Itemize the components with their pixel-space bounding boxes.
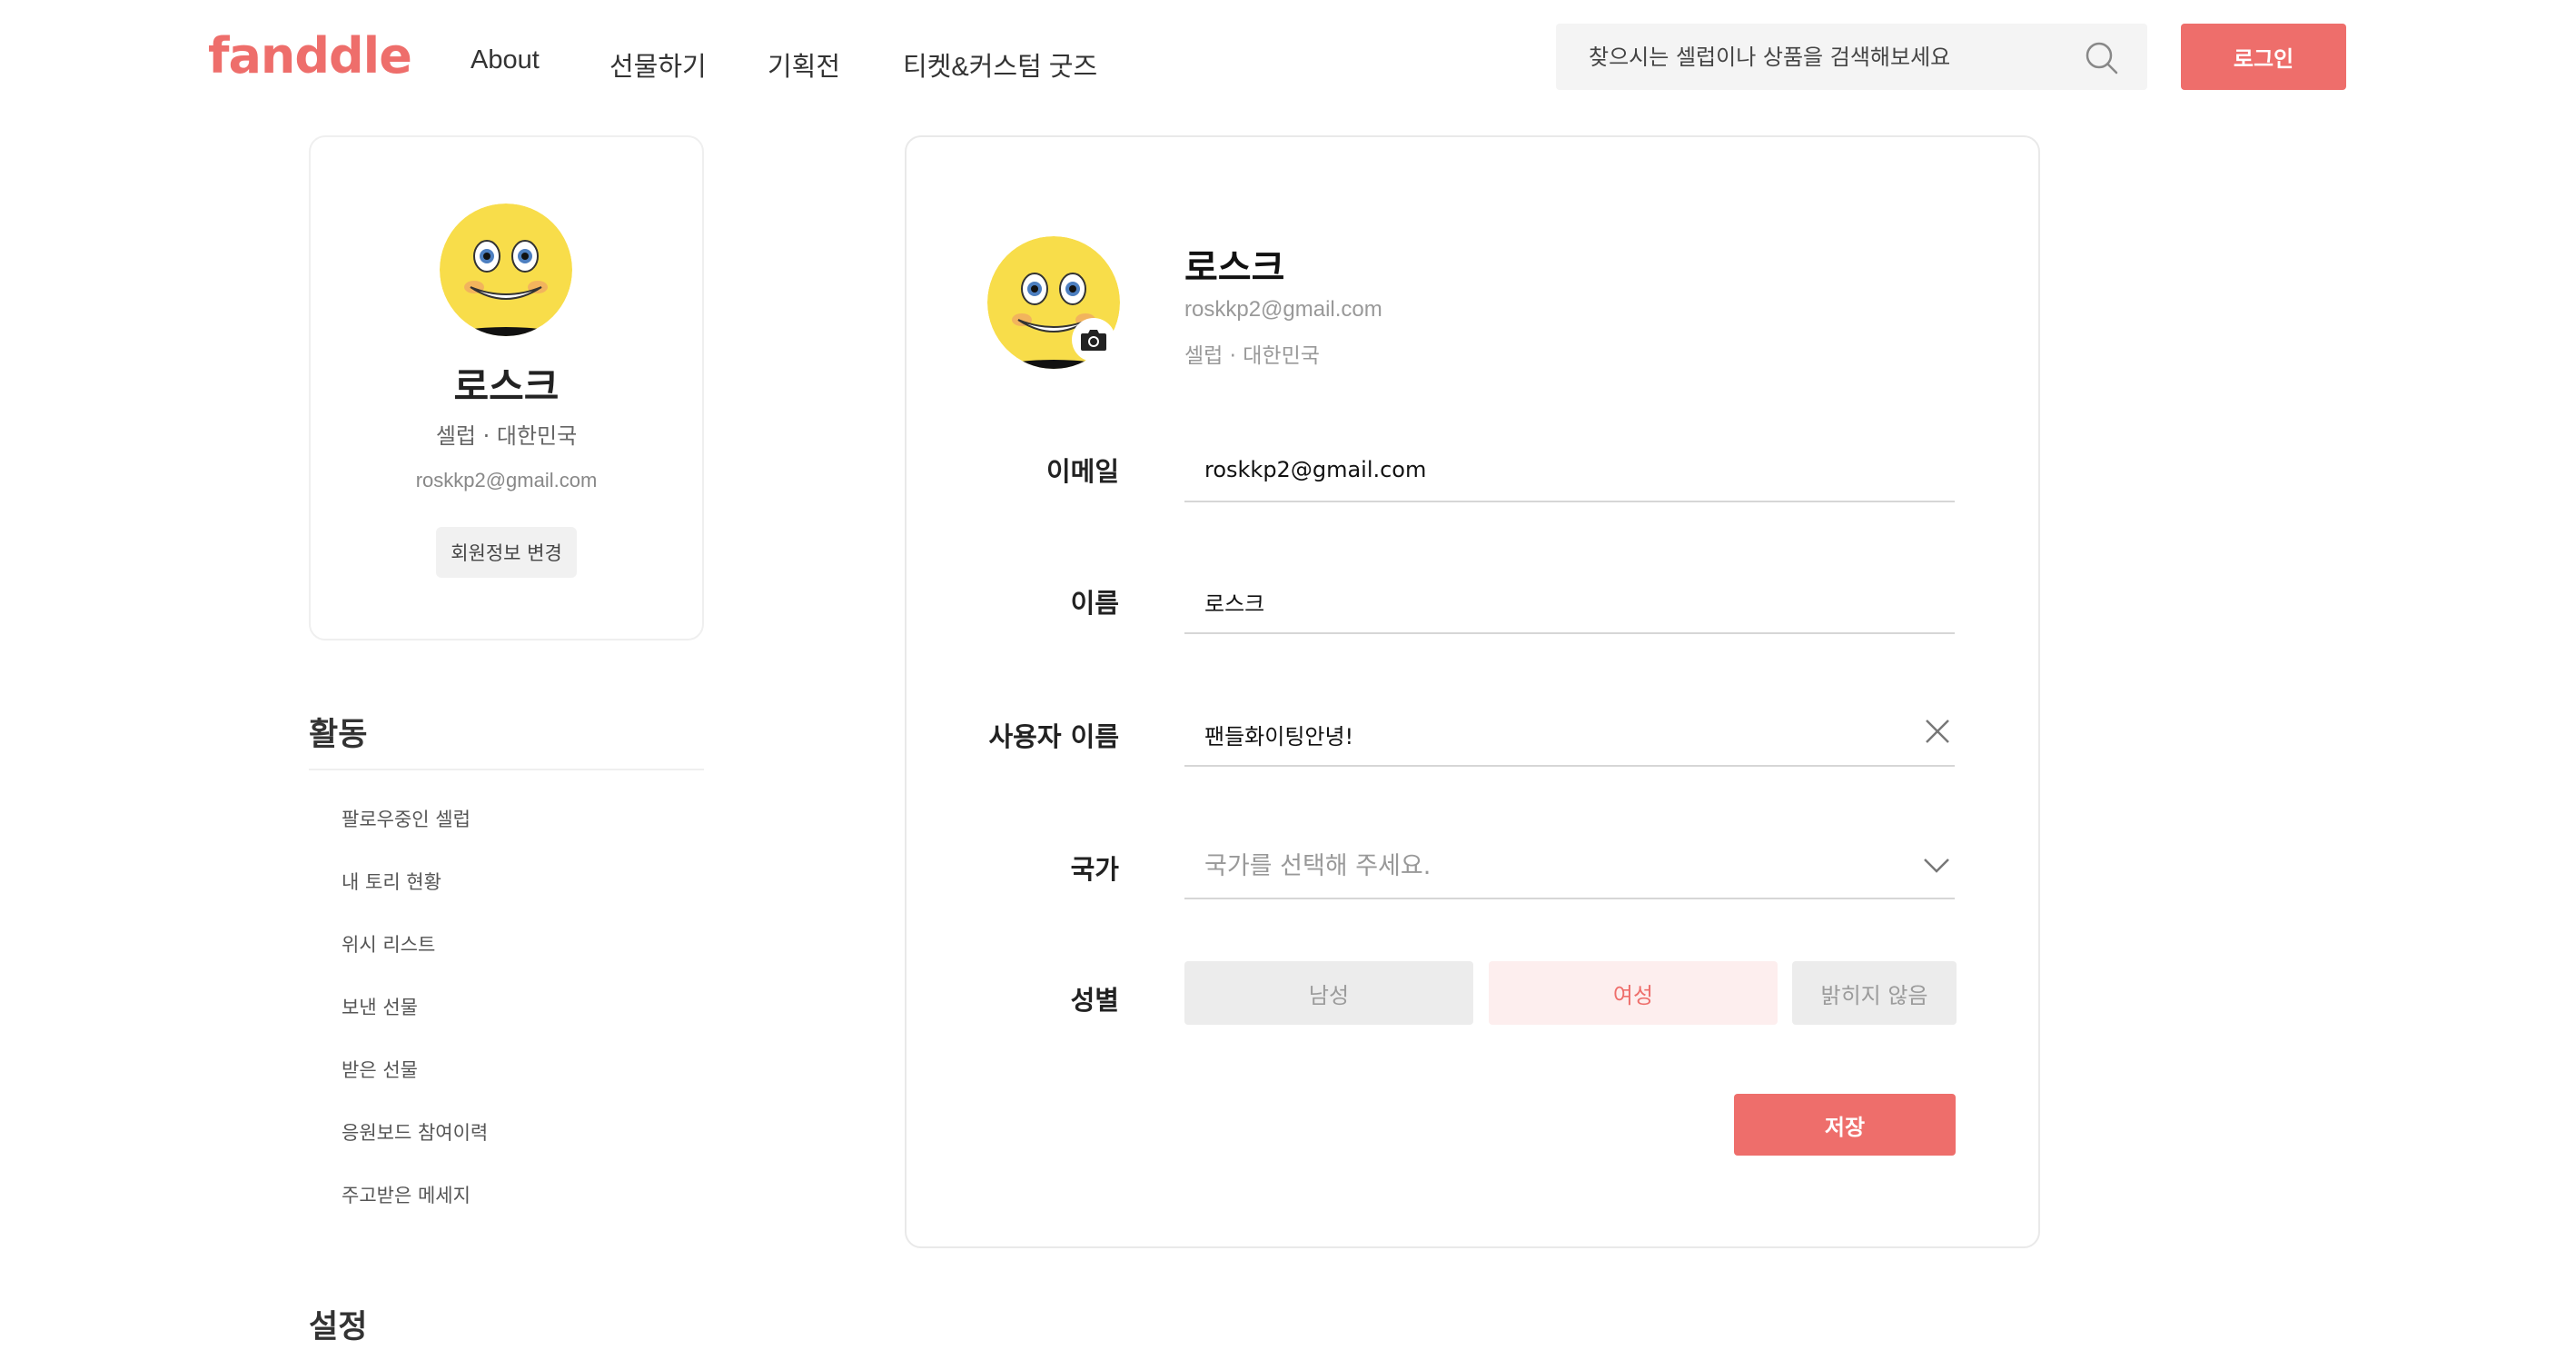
email-label: 이메일 (1045, 456, 1119, 487)
search-input[interactable] (1589, 24, 2061, 90)
search-icon[interactable] (2084, 40, 2120, 76)
menu-item-tory[interactable]: 내 토리 현황 (342, 868, 441, 895)
nav-ticket-goods[interactable]: 티켓&커스텀 굿즈 (903, 45, 1097, 84)
country-label: 국가 (1070, 854, 1119, 885)
menu-item-cheer-board[interactable]: 응원보드 참여이력 (342, 1118, 488, 1146)
menu-item-messages[interactable]: 주고받은 메세지 (342, 1181, 471, 1208)
brand-logo[interactable]: fanddle (208, 27, 412, 84)
account-meta: 셀럽 · 대한민국 (1184, 344, 1320, 368)
profile-avatar (440, 203, 572, 336)
search-bar (1556, 24, 2147, 90)
menu-item-following[interactable]: 팔로우중인 셀럽 (342, 805, 471, 832)
edit-profile-button[interactable]: 회원정보 변경 (436, 527, 577, 578)
activity-title: 활동 (309, 717, 368, 753)
country-select[interactable] (1184, 836, 1955, 899)
gender-option-female[interactable]: 여성 (1489, 961, 1778, 1025)
save-button[interactable]: 저장 (1734, 1094, 1956, 1156)
username-field[interactable] (1184, 703, 1955, 767)
name-label: 이름 (1070, 588, 1119, 619)
nav-about[interactable]: About (471, 45, 540, 75)
account-email: roskkp2@gmail.com (1184, 297, 1382, 322)
nav-gift[interactable]: 선물하기 (609, 45, 707, 84)
email-field[interactable] (1184, 439, 1955, 502)
login-button[interactable]: 로그인 (2181, 24, 2346, 90)
gender-label: 성별 (1070, 985, 1119, 1016)
menu-item-wishlist[interactable]: 위시 리스트 (342, 930, 435, 958)
profile-name: 로스크 (453, 364, 560, 409)
menu-item-sent-gifts[interactable]: 보낸 선물 (342, 993, 418, 1020)
activity-divider (309, 769, 704, 770)
nav-exhibition[interactable]: 기획전 (768, 45, 840, 84)
name-field[interactable] (1184, 571, 1955, 634)
username-label: 사용자 이름 (988, 721, 1120, 752)
profile-email: roskkp2@gmail.com (415, 469, 598, 491)
close-icon[interactable] (1922, 716, 1953, 747)
change-photo-button[interactable] (1072, 318, 1115, 362)
account-name: 로스크 (1184, 247, 1285, 289)
profile-meta: 셀럽 · 대한민국 (435, 423, 578, 449)
menu-item-received-gifts[interactable]: 받은 선물 (342, 1056, 418, 1083)
gender-option-undisclosed[interactable]: 밝히지 않음 (1792, 961, 1957, 1025)
chevron-down-icon[interactable] (1920, 849, 1953, 881)
camera-icon (1081, 330, 1106, 351)
settings-title: 설정 (309, 1309, 368, 1345)
gender-option-male[interactable]: 남성 (1184, 961, 1473, 1025)
